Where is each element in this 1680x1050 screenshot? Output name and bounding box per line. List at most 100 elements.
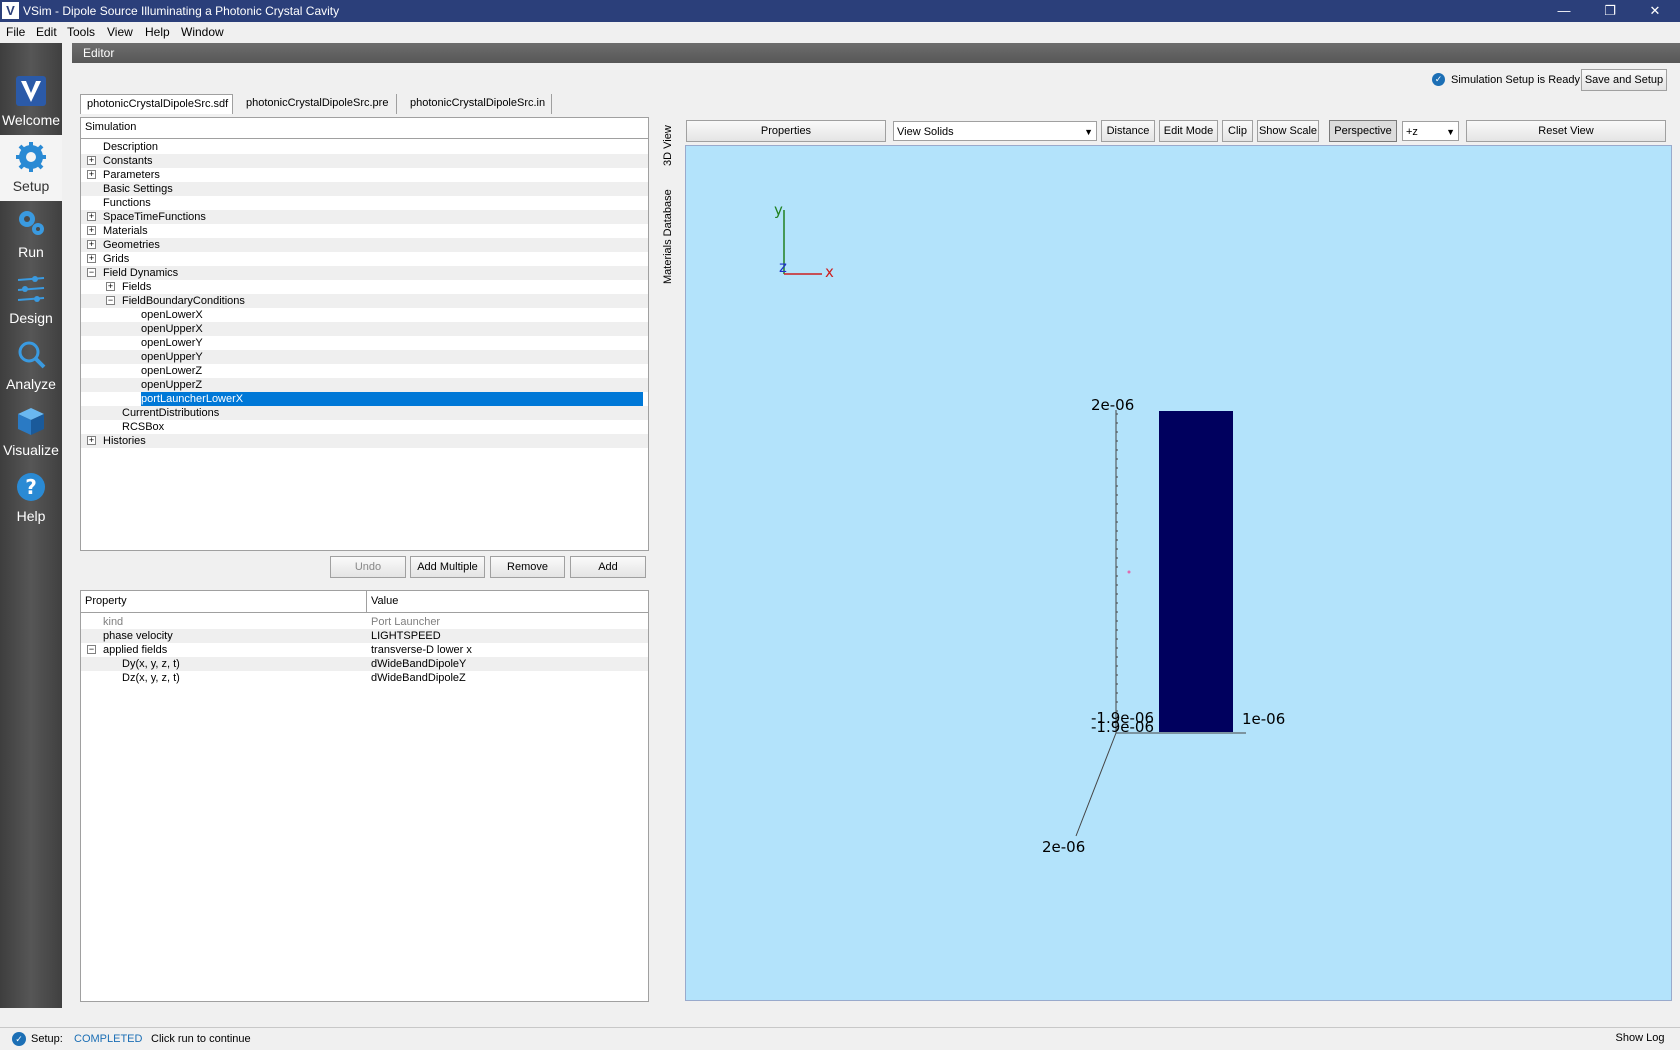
tree-item[interactable]: − Field Dynamics	[81, 266, 648, 280]
add-button[interactable]: Add	[570, 556, 646, 578]
property-row[interactable]: − applied fields transverse-D lower x	[81, 643, 648, 657]
property-value[interactable]: LIGHTSPEED	[371, 629, 441, 643]
property-row[interactable]: Dy(x, y, z, t) dWideBandDipoleY	[81, 657, 648, 671]
add-multiple-button[interactable]: Add Multiple	[410, 556, 485, 578]
tree-item[interactable]: + Parameters	[81, 168, 648, 182]
perspective-toggle[interactable]: Perspective	[1329, 120, 1397, 142]
tree-item[interactable]: openLowerY	[81, 336, 648, 350]
tab-3d-view[interactable]: 3D View	[662, 121, 682, 171]
nav-label: Analyze	[6, 376, 56, 392]
scene-canvas: y x z 2e-06 -1.9e-06 -1.9e-06 1e-06 2e-0…	[774, 201, 1285, 856]
tree-item[interactable]: − FieldBoundaryConditions	[81, 294, 648, 308]
property-value[interactable]: Port Launcher	[371, 615, 440, 629]
properties-button[interactable]: Properties	[686, 120, 886, 142]
expand-icon[interactable]: +	[87, 436, 96, 445]
tree-item[interactable]: + Materials	[81, 224, 648, 238]
tab-materials-database[interactable]: Materials Database	[662, 183, 682, 291]
distance-button[interactable]: Distance	[1101, 120, 1155, 142]
tree-item[interactable]: Functions	[81, 196, 648, 210]
tree-item[interactable]: Basic Settings	[81, 182, 648, 196]
status-bar: ✓ Setup: COMPLETED Click run to continue…	[0, 1027, 1680, 1050]
show-log-button[interactable]: Show Log	[1605, 1028, 1675, 1050]
minimize-button[interactable]: —	[1544, 0, 1584, 22]
restore-button[interactable]: ❐	[1590, 0, 1630, 22]
remove-button[interactable]: Remove	[490, 556, 565, 578]
tree-item-label: RCSBox	[122, 421, 165, 433]
expand-icon[interactable]: +	[87, 226, 96, 235]
close-button[interactable]: ✕	[1635, 0, 1675, 22]
nav-run[interactable]: Run	[0, 201, 62, 267]
tree-item[interactable]: Description	[81, 140, 648, 154]
menu-file[interactable]: File	[6, 25, 25, 39]
tree-item[interactable]: openUpperY	[81, 350, 648, 364]
3d-viewport[interactable]: y x z 2e-06 -1.9e-06 -1.9e-06 1e-06 2e-0…	[685, 145, 1672, 1001]
solid-geometry[interactable]	[1159, 411, 1233, 732]
status-label: Setup:	[31, 1033, 63, 1045]
tree-item[interactable]: RCSBox	[81, 420, 648, 434]
tree-item[interactable]: openLowerX	[81, 308, 648, 322]
expand-icon[interactable]: +	[87, 212, 96, 221]
property-column-header: Property	[81, 591, 367, 613]
collapse-icon[interactable]: −	[106, 296, 115, 305]
tree-item-label: portLauncherLowerX	[141, 392, 644, 406]
tree-item[interactable]: CurrentDistributions	[81, 406, 648, 420]
tab-pre[interactable]: photonicCrystalDipoleSrc.pre	[240, 94, 397, 114]
property-name: Dy(x, y, z, t)	[122, 658, 180, 670]
editor-header: Editor	[72, 43, 1680, 63]
tree-item[interactable]: openUpperX	[81, 322, 648, 336]
property-value[interactable]: transverse-D lower x	[371, 643, 472, 657]
menu-window[interactable]: Window	[181, 25, 224, 39]
tree-item-label: openUpperY	[141, 351, 203, 363]
view-mode-select[interactable]: View Solids ▼	[893, 121, 1097, 141]
collapse-icon[interactable]: −	[87, 268, 96, 277]
expand-icon[interactable]: +	[87, 240, 96, 249]
clip-button[interactable]: Clip	[1222, 120, 1253, 142]
property-value[interactable]: dWideBandDipoleY	[371, 657, 466, 671]
nav-help[interactable]: ? Help	[0, 465, 62, 531]
tree-item-label: Description	[103, 141, 159, 153]
reset-view-button[interactable]: Reset View	[1466, 120, 1666, 142]
axis-view-select[interactable]: +z ▼	[1402, 121, 1459, 141]
menu-edit[interactable]: Edit	[36, 25, 57, 39]
menu-tools[interactable]: Tools	[67, 25, 95, 39]
tree-item[interactable]: openUpperZ	[81, 378, 648, 392]
tree-item-label: CurrentDistributions	[122, 407, 220, 419]
tree-item-label: Grids	[103, 253, 130, 265]
tree-item[interactable]: + Fields	[81, 280, 648, 294]
undo-button[interactable]: Undo	[330, 556, 406, 578]
menu-help[interactable]: Help	[145, 25, 170, 39]
property-row[interactable]: phase velocity LIGHTSPEED	[81, 629, 648, 643]
expand-icon[interactable]: +	[87, 170, 96, 179]
sliders-icon	[17, 276, 45, 302]
tree-item[interactable]: + SpaceTimeFunctions	[81, 210, 648, 224]
tree-item[interactable]: + Histories	[81, 434, 648, 448]
show-scale-button[interactable]: Show Scale	[1257, 120, 1319, 142]
save-and-setup-button[interactable]: Save and Setup	[1581, 69, 1667, 91]
tab-sdf[interactable]: photonicCrystalDipoleSrc.sdf	[80, 94, 233, 114]
property-value[interactable]: dWideBandDipoleZ	[371, 671, 466, 685]
expand-icon[interactable]: +	[87, 156, 96, 165]
dipole-source-marker	[1127, 570, 1131, 574]
property-row[interactable]: kind Port Launcher	[81, 615, 648, 629]
expand-icon[interactable]: +	[87, 254, 96, 263]
gear-icon	[16, 142, 46, 172]
axis-view-value: +z	[1406, 126, 1418, 138]
property-row[interactable]: Dz(x, y, z, t) dWideBandDipoleZ	[81, 671, 648, 685]
nav-setup[interactable]: Setup	[0, 135, 62, 201]
tree-item[interactable]: + Grids	[81, 252, 648, 266]
edit-mode-button[interactable]: Edit Mode	[1159, 120, 1218, 142]
tree-item[interactable]: + Constants	[81, 154, 648, 168]
menu-view[interactable]: View	[107, 25, 133, 39]
tree-item[interactable]: portLauncherLowerX	[81, 392, 648, 406]
nav-label: Setup	[12, 178, 50, 194]
nav-visualize[interactable]: Visualize	[0, 399, 62, 465]
tab-in[interactable]: photonicCrystalDipoleSrc.in	[404, 94, 552, 114]
tree-item[interactable]: openLowerZ	[81, 364, 648, 378]
expand-icon[interactable]: +	[106, 282, 115, 291]
tree-item[interactable]: + Geometries	[81, 238, 648, 252]
nav-design[interactable]: Design	[0, 267, 62, 333]
nav-welcome[interactable]: Welcome	[0, 69, 62, 135]
tree-item-label: Constants	[103, 155, 153, 167]
nav-analyze[interactable]: Analyze	[0, 333, 62, 399]
collapse-icon[interactable]: −	[87, 645, 96, 654]
